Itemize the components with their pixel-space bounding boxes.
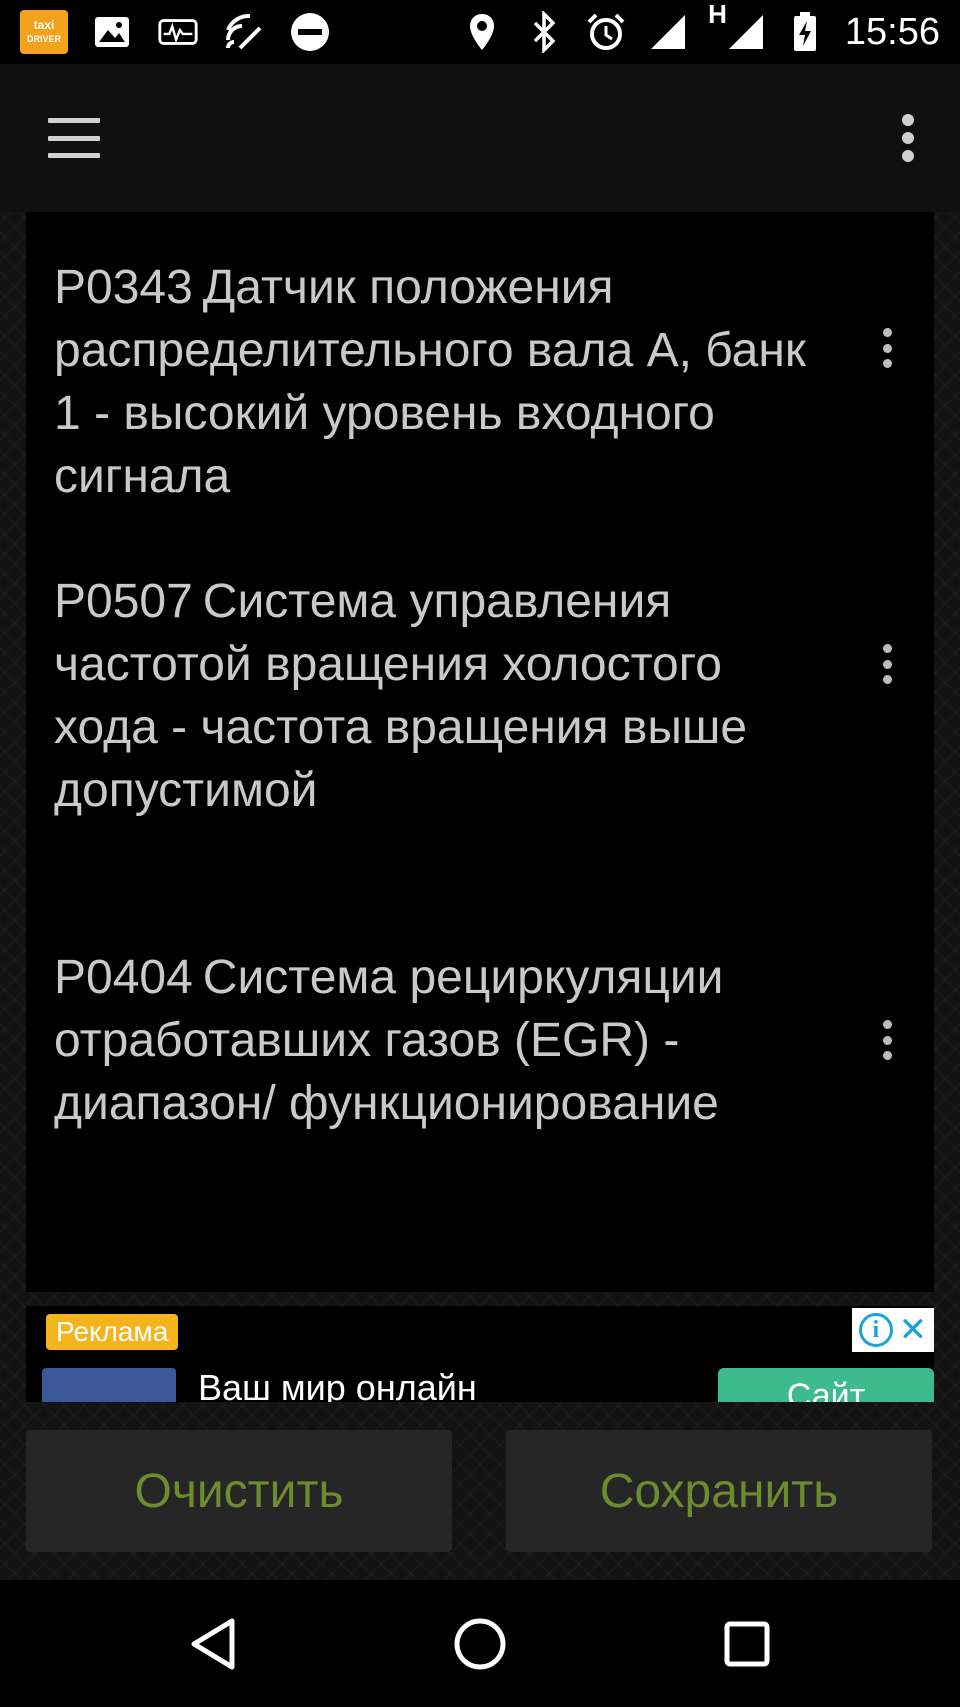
info-icon[interactable]: i bbox=[858, 1313, 893, 1347]
ad-label: Реклама bbox=[46, 1314, 179, 1350]
navigation-bar bbox=[0, 1580, 960, 1707]
app-bar bbox=[0, 64, 960, 212]
alarm-icon bbox=[584, 10, 628, 54]
overflow-icon[interactable] bbox=[896, 114, 920, 162]
close-icon[interactable]: ✕ bbox=[899, 1313, 928, 1347]
clear-button[interactable]: Очистить bbox=[26, 1430, 452, 1552]
battery-charging-icon bbox=[783, 10, 827, 54]
dtc-code: P0507 bbox=[54, 575, 193, 628]
obd-icon bbox=[156, 10, 200, 54]
dtc-text: P0343 Датчик положения распределительного… bbox=[54, 256, 834, 508]
item-overflow-icon[interactable] bbox=[880, 644, 894, 684]
driver-label: DRIVER bbox=[26, 34, 61, 44]
do-not-disturb-icon bbox=[288, 10, 332, 54]
item-overflow-icon[interactable] bbox=[880, 328, 894, 368]
bluetooth-icon bbox=[522, 10, 566, 54]
dtc-code: P0404 bbox=[54, 951, 193, 1004]
dtc-text: P0507 Система управления частотой вращени… bbox=[54, 570, 834, 822]
status-bar: taxi DRIVER H 15:56 bbox=[0, 0, 960, 64]
signal-icon bbox=[728, 15, 763, 49]
cast-icon bbox=[222, 10, 266, 54]
home-icon[interactable] bbox=[440, 1604, 520, 1684]
dtc-list: P0343 Датчик положения распределительного… bbox=[26, 212, 934, 1292]
recents-icon[interactable] bbox=[707, 1604, 787, 1684]
dtc-text: P0404 Система рециркуляции отработавших г… bbox=[54, 946, 834, 1135]
signal-icon bbox=[646, 10, 690, 54]
item-overflow-icon[interactable] bbox=[880, 1020, 894, 1060]
taxi-label: taxi bbox=[33, 18, 55, 32]
save-button[interactable]: Сохранить bbox=[506, 1430, 932, 1552]
signal-h-indicator: H bbox=[708, 0, 765, 51]
dtc-list-item[interactable]: P0343 Датчик положения распределительного… bbox=[26, 256, 934, 508]
ad-title[interactable]: Ваш мир онлайн bbox=[198, 1368, 477, 1403]
menu-icon[interactable] bbox=[48, 118, 100, 158]
ad-thumbnail[interactable] bbox=[42, 1368, 176, 1402]
network-type: H bbox=[708, 0, 727, 29]
ad-banner[interactable]: Реклама i ✕ Ваш мир онлайн Сайт bbox=[26, 1306, 934, 1402]
ad-cta-button[interactable]: Сайт bbox=[718, 1368, 934, 1402]
ad-choices[interactable]: i ✕ bbox=[852, 1308, 934, 1352]
clock: 15:56 bbox=[844, 10, 940, 53]
dtc-list-item[interactable]: P0507 Система управления частотой вращени… bbox=[26, 570, 934, 822]
taxi-driver-app-icon: taxi DRIVER bbox=[20, 10, 68, 54]
dtc-code: P0343 bbox=[54, 261, 193, 314]
image-icon bbox=[90, 10, 134, 54]
location-icon bbox=[460, 10, 504, 54]
back-icon[interactable] bbox=[173, 1604, 253, 1684]
dtc-list-item[interactable]: P0404 Система рециркуляции отработавших г… bbox=[26, 946, 934, 1135]
